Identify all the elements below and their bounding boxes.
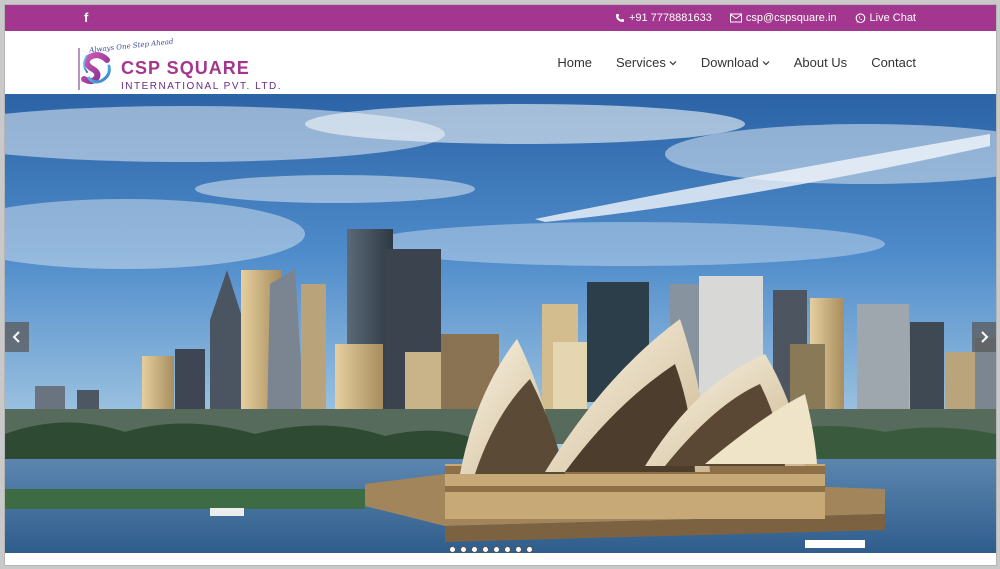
- logo-subtitle: INTERNATIONAL PVT. LTD.: [121, 81, 282, 92]
- nav-home[interactable]: Home: [557, 55, 592, 70]
- slider-pagination: [449, 546, 533, 553]
- slider-dot[interactable]: [526, 546, 533, 553]
- slider-next-button[interactable]: [972, 322, 996, 352]
- top-contact-bar: f +91 7778881633 csp@cspsquare.in Live C…: [5, 5, 996, 31]
- live-chat-label: Live Chat: [869, 12, 916, 24]
- envelope-icon: [729, 13, 742, 23]
- phone-link[interactable]: +91 7778881633: [615, 12, 712, 24]
- chevron-down-icon: [669, 60, 677, 65]
- nav-contact-label: Contact: [871, 55, 916, 70]
- nav-download-label: Download: [700, 55, 759, 70]
- slider-dot[interactable]: [493, 546, 500, 553]
- logo-name: CSP SQUARE: [121, 58, 250, 78]
- browser-viewport: f +91 7778881633 csp@cspsquare.in Live C…: [4, 4, 997, 566]
- hero-image-sydney-opera-house: [5, 94, 996, 553]
- nav-services[interactable]: Services: [616, 55, 677, 70]
- nav-contact[interactable]: Contact: [871, 55, 916, 70]
- slider-dot[interactable]: [515, 546, 522, 553]
- hero-slider[interactable]: [5, 94, 996, 553]
- nav-about-us-label: About Us: [793, 55, 848, 70]
- slider-dot[interactable]: [449, 546, 456, 553]
- slider-dot[interactable]: [482, 546, 489, 553]
- main-nav: Home Services Download About Us Contact: [557, 31, 916, 94]
- site-header: Always One Step Ahead CSP SQUARE INTERNA…: [5, 31, 996, 94]
- logo-tagline: Always One Step Ahead: [88, 37, 174, 55]
- slider-dot[interactable]: [504, 546, 511, 553]
- phone-number: +91 7778881633: [628, 12, 712, 24]
- live-chat-link[interactable]: Live Chat: [855, 12, 916, 24]
- email-address: csp@cspsquare.in: [745, 12, 837, 24]
- slider-dot[interactable]: [460, 546, 467, 553]
- nav-download[interactable]: Download: [701, 55, 770, 70]
- chevron-down-icon: [762, 60, 770, 65]
- nav-home-label: Home: [557, 55, 593, 70]
- whatsapp-icon: [855, 12, 865, 23]
- chevron-left-icon: [12, 331, 20, 343]
- chevron-right-icon: [981, 331, 989, 343]
- contact-links: +91 7778881633 csp@cspsquare.in Live Cha…: [615, 5, 916, 31]
- phone-icon: [615, 14, 624, 22]
- nav-about-us[interactable]: About Us: [794, 55, 847, 70]
- slider-prev-button[interactable]: [5, 322, 29, 352]
- slider-dot[interactable]: [471, 546, 478, 553]
- facebook-icon[interactable]: f: [84, 10, 94, 26]
- email-link[interactable]: csp@cspsquare.in: [729, 12, 837, 24]
- site-logo[interactable]: Always One Step Ahead CSP SQUARE INTERNA…: [77, 38, 281, 92]
- nav-services-label: Services: [616, 55, 666, 70]
